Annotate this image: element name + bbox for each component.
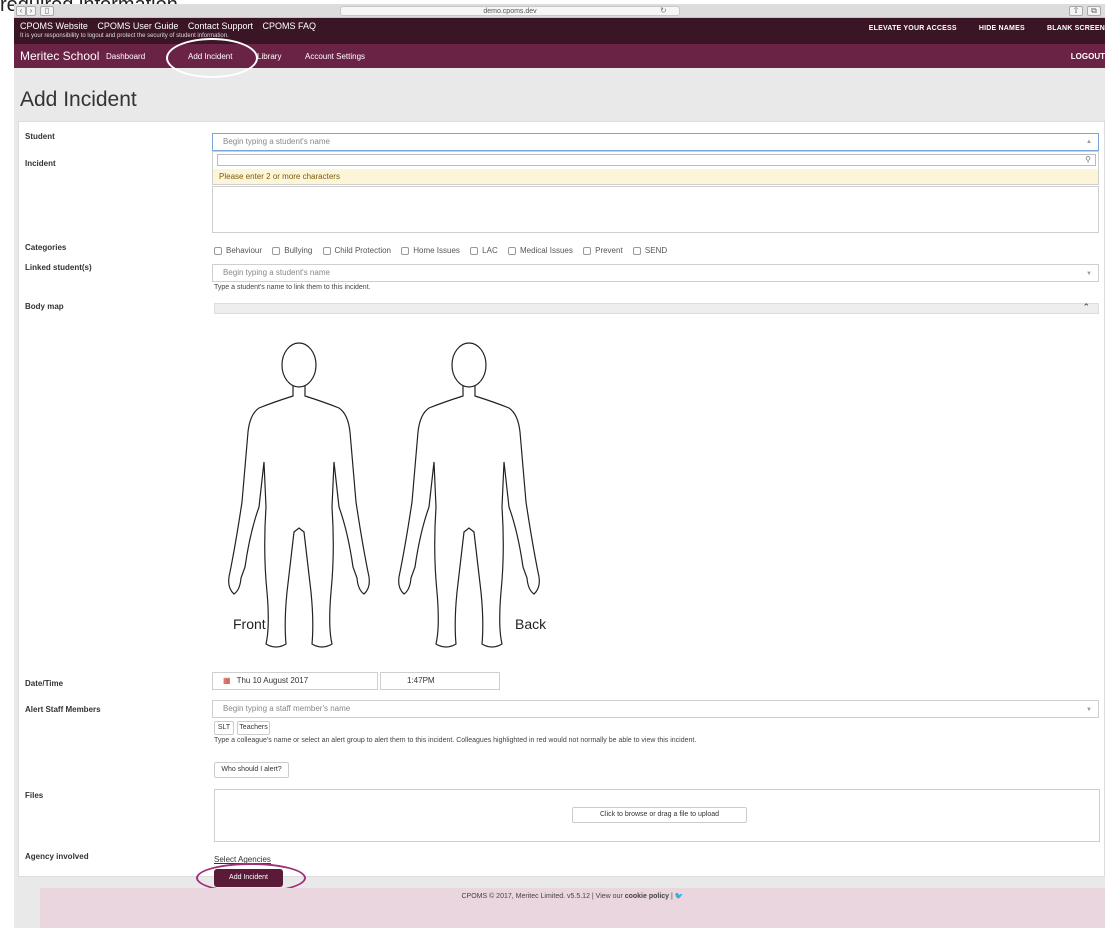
share-icon[interactable]: ⇧ — [1069, 6, 1083, 16]
chevron-up-icon[interactable]: ⌃ — [1082, 302, 1090, 313]
nav-library[interactable]: Library — [257, 52, 281, 61]
category-medical-issues[interactable]: Medical Issues — [507, 246, 573, 255]
file-dropzone[interactable]: Click to browse or drag a file to upload — [214, 789, 1100, 842]
bodymap-label: Body map — [25, 302, 64, 311]
back-icon[interactable]: ‹ — [16, 6, 26, 16]
checkbox-icon[interactable] — [272, 246, 281, 255]
checkbox-icon[interactable] — [583, 246, 592, 255]
category-label: Medical Issues — [519, 246, 573, 255]
files-label: Files — [25, 791, 44, 800]
link-cpoms-website[interactable]: CPOMS Website — [20, 21, 88, 31]
caret-down-icon: ▼ — [1086, 271, 1092, 277]
linked-students-select[interactable]: Begin typing a student's name ▼ — [212, 264, 1099, 282]
student-search-input[interactable]: ⚲ — [217, 154, 1096, 166]
checkbox-icon[interactable] — [632, 246, 641, 255]
alert-staff-select[interactable]: Begin typing a staff member's name ▼ — [212, 700, 1099, 718]
student-label: Student — [25, 132, 55, 141]
link-contact-support[interactable]: Contact Support — [188, 21, 253, 31]
nav-dashboard[interactable]: Dashboard — [106, 52, 145, 61]
category-label: Bullying — [284, 246, 313, 255]
sidebar-icon[interactable]: ▯ — [40, 6, 54, 16]
hide-names-button[interactable]: HIDE NAMES — [979, 25, 1025, 32]
incident-textarea[interactable] — [212, 186, 1099, 233]
category-label: Home Issues — [413, 246, 460, 255]
linked-placeholder: Begin typing a student's name — [223, 268, 330, 277]
link-user-guide[interactable]: CPOMS User Guide — [97, 21, 178, 31]
elevate-access-button[interactable]: ELEVATE YOUR ACCESS — [869, 25, 957, 32]
category-label: Behaviour — [226, 246, 263, 255]
footer: CPOMS © 2017, Meritec Limited. v5.5.12 |… — [40, 888, 1105, 928]
school-name[interactable]: Meritec School — [20, 49, 99, 63]
checkbox-icon[interactable] — [470, 246, 479, 255]
browser-toolbar: ‹ › ▯ demo.cpoms.dev ↻ ⇧ ⧉ — [14, 4, 1105, 18]
front-figure[interactable] — [228, 342, 370, 648]
highlight-circle-nav — [166, 38, 258, 78]
top-utility-bar: CPOMS Website CPOMS User Guide Contact S… — [14, 18, 1105, 44]
categories-group: Behaviour Bullying Child Protection Home… — [214, 246, 675, 255]
category-home-issues[interactable]: Home Issues — [401, 246, 460, 255]
category-behaviour[interactable]: Behaviour — [214, 246, 262, 255]
footer-text: CPOMS © 2017, Meritec Limited. v5.5.12 |… — [461, 893, 625, 900]
caret-up-icon: ▲ — [1086, 139, 1092, 145]
incident-label: Incident — [25, 159, 56, 168]
nav-account-settings[interactable]: Account Settings — [305, 52, 365, 61]
caret-down-icon: ▼ — [1086, 707, 1092, 713]
address-bar[interactable]: demo.cpoms.dev — [340, 6, 680, 16]
category-child-protection[interactable]: Child Protection — [322, 246, 391, 255]
category-bullying[interactable]: Bullying — [272, 246, 312, 255]
date-input[interactable]: ▦ Thu 10 August 2017 — [212, 672, 378, 690]
cookie-policy-link[interactable]: cookie policy — [625, 893, 669, 900]
student-dropdown: ⚲ Please enter 2 or more characters — [212, 151, 1099, 185]
datetime-label: Date/Time — [25, 679, 64, 688]
calendar-icon: ▦ — [223, 676, 231, 685]
time-input[interactable]: 1:47PM — [380, 672, 500, 690]
linked-students-label: Linked student(s) — [25, 263, 92, 272]
checkbox-icon[interactable] — [322, 246, 331, 255]
who-should-i-alert-button[interactable]: Who should I alert? — [214, 762, 289, 778]
checkbox-icon[interactable] — [401, 246, 410, 255]
page-title: Add Incident — [20, 88, 137, 111]
incident-form: Student Begin typing a student's name ▲ … — [18, 121, 1105, 893]
bodymap-toggle-bar[interactable]: ⌃ — [214, 302, 1099, 314]
tabs-icon[interactable]: ⧉ — [1087, 6, 1101, 16]
linked-help-text: Type a student's name to link them to th… — [214, 284, 371, 291]
logout-link[interactable]: LOGOUT — [1071, 52, 1105, 61]
alert-placeholder: Begin typing a staff member's name — [223, 704, 351, 713]
checkbox-icon[interactable] — [507, 246, 516, 255]
browser-window: ‹ › ▯ demo.cpoms.dev ↻ ⇧ ⧉ CPOMS Website… — [14, 4, 1105, 928]
alert-group-slt[interactable]: SLT — [214, 721, 234, 735]
back-label: Back — [515, 616, 547, 632]
blank-screen-button[interactable]: BLANK SCREEN — [1047, 25, 1105, 32]
back-figure[interactable] — [398, 342, 540, 648]
forward-icon[interactable]: › — [26, 6, 36, 16]
link-faq[interactable]: CPOMS FAQ — [262, 21, 316, 31]
category-label: Child Protection — [334, 246, 391, 255]
alert-staff-label: Alert Staff Members — [25, 705, 101, 714]
upload-button[interactable]: Click to browse or drag a file to upload — [572, 807, 747, 823]
date-value: Thu 10 August 2017 — [236, 676, 309, 685]
student-placeholder: Begin typing a student's name — [223, 137, 330, 146]
alert-group-teachers[interactable]: Teachers — [237, 721, 270, 735]
category-label: Prevent — [595, 246, 623, 255]
student-select[interactable]: Begin typing a student's name ▲ — [212, 133, 1099, 151]
dropdown-message: Please enter 2 or more characters — [213, 169, 1098, 184]
category-prevent[interactable]: Prevent — [583, 246, 623, 255]
category-send[interactable]: SEND — [632, 246, 668, 255]
front-label: Front — [233, 616, 266, 632]
twitter-icon[interactable]: 🐦 — [675, 893, 684, 900]
categories-label: Categories — [25, 243, 67, 252]
body-map-figures[interactable] — [214, 332, 574, 662]
category-label: LAC — [482, 246, 498, 255]
checkbox-icon[interactable] — [214, 246, 222, 255]
search-icon: ⚲ — [1085, 155, 1091, 164]
category-lac[interactable]: LAC — [470, 246, 498, 255]
reload-icon[interactable]: ↻ — [660, 6, 667, 15]
agency-label: Agency involved — [25, 852, 89, 861]
category-label: SEND — [644, 246, 668, 255]
alert-help-text: Type a colleague's name or select an ale… — [214, 737, 697, 744]
